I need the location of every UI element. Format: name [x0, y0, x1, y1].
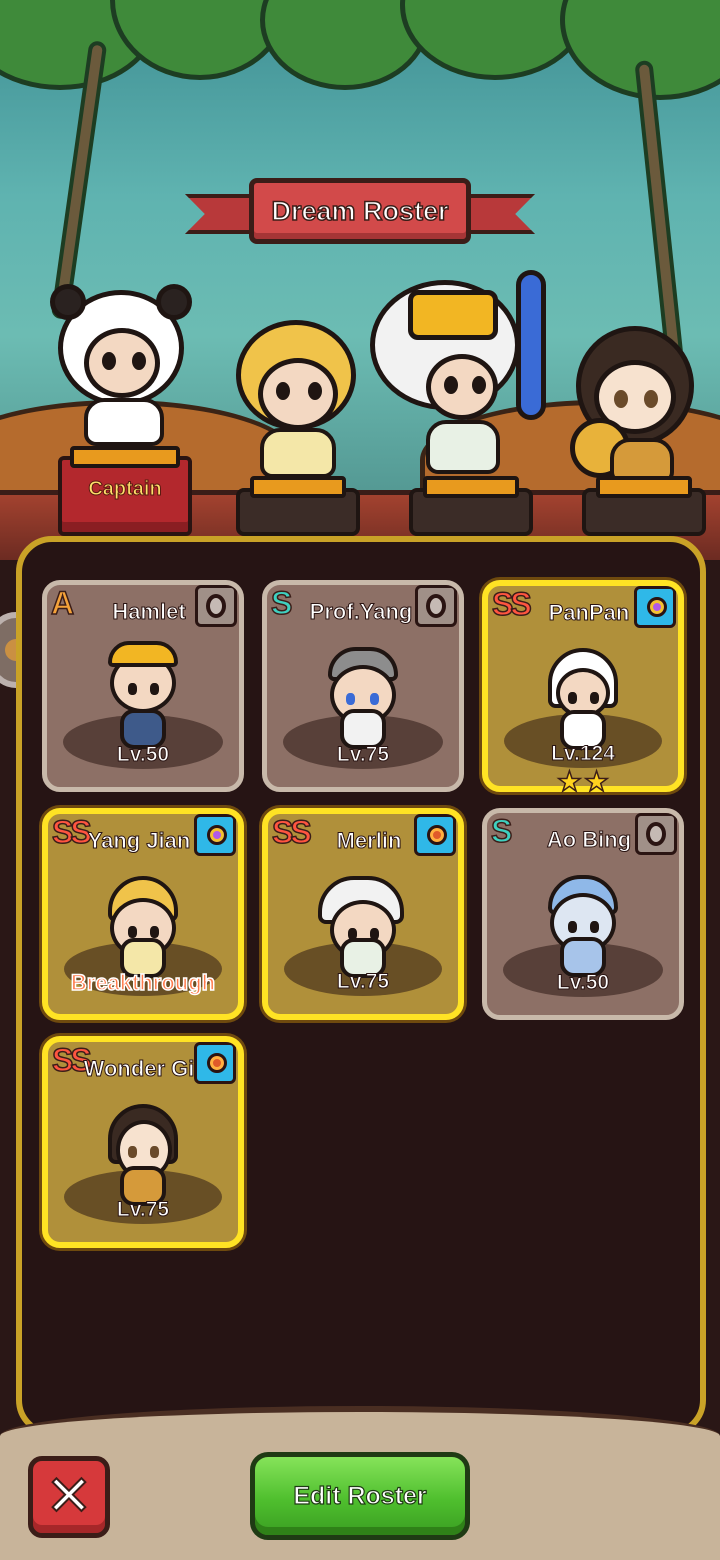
equipment-badge[interactable] [634, 586, 676, 628]
hero-name: Merlin [336, 828, 402, 854]
pedestal-3 [409, 476, 533, 536]
level-label: Lv.124 [551, 742, 616, 766]
purple-gem-icon [207, 825, 227, 845]
pedestal-2 [236, 476, 360, 536]
title-banner: Dream Roster [185, 176, 535, 250]
edit-roster-label: Edit Roster [293, 1481, 428, 1510]
prof-yang-portrait-icon [318, 643, 408, 753]
star-rating: ★ ★ [540, 765, 626, 799]
roster-panel: A Hamlet Lv.50 S Prof.Yang Lv.75 SS PanP… [16, 536, 706, 1436]
level-label: Lv.75 [336, 970, 390, 994]
level-label: Lv.75 [336, 743, 390, 767]
orange-gem-icon [207, 1053, 227, 1073]
hero-name: Ao Bing [546, 827, 632, 853]
equipment-badge[interactable] [635, 813, 677, 855]
hero-name: Prof.Yang [309, 599, 413, 625]
tier-label: SS [491, 586, 532, 623]
roster-card-panpan[interactable]: SS PanPan Lv.124 [482, 580, 684, 792]
dream-roster-stage: Dream Roster Captain [0, 0, 720, 560]
ring-slot-icon [426, 594, 446, 618]
stage-hero-merlin[interactable] [370, 270, 550, 480]
hero-name: Wonder Gi [83, 1056, 195, 1082]
captain-pedestal: Captain [58, 446, 192, 536]
star-icon: ★ [583, 765, 610, 799]
hero-name: Hamlet [112, 599, 186, 625]
stage-hero-wonder-girl[interactable] [570, 320, 710, 490]
tier-label: SS [271, 814, 312, 851]
roster-card-ao-bing[interactable]: S Ao Bing Lv.50 [482, 808, 684, 1020]
equipment-badge[interactable] [194, 1042, 236, 1084]
tier-label: A [50, 585, 75, 622]
hero-name: PanPan [548, 600, 630, 626]
roster-card-hamlet[interactable]: A Hamlet Lv.50 [42, 580, 244, 792]
close-button[interactable]: ✕ [28, 1456, 110, 1538]
level-label: Lv.50 [116, 743, 170, 767]
stage-hero-yang-jian[interactable] [222, 300, 372, 480]
captain-hero-panpan[interactable] [40, 280, 210, 450]
purple-gem-icon [647, 597, 667, 617]
captain-label: Captain [88, 478, 162, 501]
equipment-badge[interactable] [194, 814, 236, 856]
tier-label: S [270, 585, 293, 622]
roster-card-prof-yang[interactable]: S Prof.Yang Lv.75 [262, 580, 464, 792]
merlin-portrait-icon [318, 872, 408, 982]
ao-bing-portrait-icon [538, 871, 628, 981]
yang-jian-portrait-icon [98, 872, 188, 982]
roster-card-yang-jian[interactable]: SS Yang Jian Breakthrough [42, 808, 244, 1020]
ring-slot-icon [206, 594, 226, 618]
tier-label: S [490, 813, 513, 850]
canopy-leaves [0, 0, 720, 120]
orange-gem-icon [427, 825, 447, 845]
level-label: Lv.75 [116, 1198, 170, 1222]
hero-name: Yang Jian [87, 828, 191, 854]
ring-slot-icon [646, 822, 666, 846]
hamlet-portrait-icon [98, 641, 188, 753]
equipment-badge[interactable] [414, 814, 456, 856]
page-title: Dream Roster [271, 195, 450, 227]
equipment-badge[interactable] [195, 585, 237, 627]
close-icon: ✕ [45, 1464, 94, 1529]
equipment-badge[interactable] [415, 585, 457, 627]
banner-box: Dream Roster [249, 178, 471, 244]
wonder-girl-portrait-icon [98, 1100, 188, 1210]
breakthrough-label: Breakthrough [70, 969, 216, 996]
level-label: Lv.50 [556, 971, 610, 995]
edit-roster-button[interactable]: Edit Roster [250, 1452, 470, 1540]
star-icon: ★ [556, 765, 583, 799]
panpan-portrait-icon [538, 644, 628, 754]
pedestal-4 [582, 476, 706, 536]
roster-card-merlin[interactable]: SS Merlin Lv.75 [262, 808, 464, 1020]
roster-card-wonder-girl[interactable]: SS Wonder Gi Lv.75 [42, 1036, 244, 1248]
